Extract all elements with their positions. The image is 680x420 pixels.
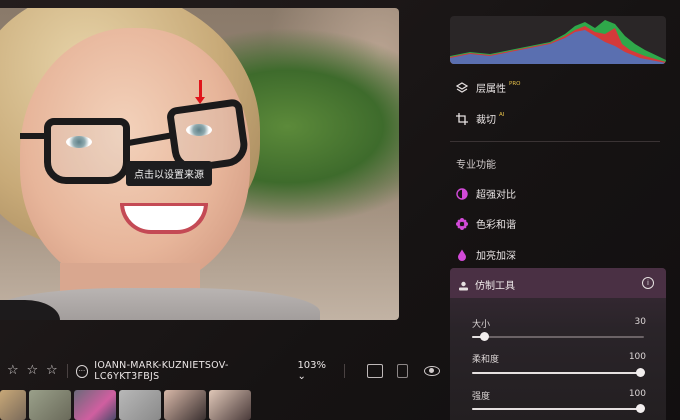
clone-tool-title: 仿制工具 [475, 281, 515, 292]
photo-eye-right [186, 124, 212, 136]
super-contrast-item[interactable]: 超强对比 [456, 186, 516, 201]
size-value: 30 [634, 317, 646, 327]
display-icon[interactable] [367, 364, 383, 378]
glasses-left-lens [44, 118, 130, 184]
photo-canvas[interactable]: 点击以设置来源 [0, 8, 399, 320]
strength-slider-fill [472, 408, 640, 410]
softness-value: 100 [628, 352, 646, 362]
gear-flower-icon [456, 217, 468, 230]
super-contrast-label: 超强对比 [476, 190, 516, 201]
strength-value: 100 [628, 389, 646, 399]
bottom-toolbar: ☆ ☆ ☆ ··· IOANN-MARK-KUZNIETSOV-LC6YKT3F… [0, 360, 441, 382]
star-icon[interactable]: ☆ [26, 364, 40, 378]
filmstrip-thumb[interactable] [209, 390, 251, 420]
softness-slider-fill [472, 372, 640, 374]
layer-properties-label: 层属性 [476, 84, 506, 95]
size-label: 大小 [472, 320, 491, 330]
color-harmony-item[interactable]: 色彩和谐 [456, 216, 516, 231]
source-tooltip: 点击以设置来源 [126, 161, 212, 186]
size-slider-track[interactable] [472, 336, 644, 338]
clone-tool-header[interactable]: 仿制工具 i [450, 268, 666, 298]
layers-icon [455, 81, 469, 94]
info-icon[interactable]: i [642, 277, 654, 289]
strength-slider-knob[interactable] [636, 404, 645, 413]
toolbar-divider [66, 364, 68, 378]
size-slider-knob[interactable] [480, 332, 489, 341]
softness-label: 柔和度 [472, 355, 500, 365]
filmstrip-thumb[interactable] [119, 390, 161, 420]
softness-slider-knob[interactable] [636, 368, 645, 377]
compare-icon[interactable] [396, 364, 409, 378]
source-marker-arrow [195, 80, 205, 104]
filmstrip-thumb[interactable] [164, 390, 206, 420]
drop-icon [456, 249, 468, 261]
filmstrip-thumb[interactable] [74, 390, 116, 420]
crop-item[interactable]: 裁切 AI [456, 111, 504, 126]
toolbar-divider [344, 364, 346, 378]
dodge-burn-item[interactable]: 加亮加深 [456, 247, 516, 262]
star-icon[interactable]: ☆ [45, 364, 59, 378]
contrast-icon [456, 187, 468, 200]
crop-label: 裁切 [476, 115, 496, 126]
eye-icon[interactable] [424, 366, 441, 376]
strength-label: 强度 [472, 392, 491, 402]
stamp-icon [458, 277, 469, 296]
filmstrip-thumb[interactable] [29, 390, 71, 420]
pro-badge: PRO [509, 80, 521, 87]
more-options-icon[interactable]: ··· [75, 364, 89, 378]
color-harmony-label: 色彩和谐 [476, 220, 516, 231]
layer-properties-item[interactable]: 层属性 PRO [455, 80, 521, 95]
filmstrip [0, 390, 251, 420]
histogram [450, 16, 666, 64]
star-icon[interactable]: ☆ [6, 364, 20, 378]
app-window: 点击以设置来源 ☆ ☆ ☆ ··· IOANN-MARK-KUZNIETSOV-… [0, 0, 680, 420]
chevron-down-icon: ⌄ [297, 371, 306, 382]
ai-badge: AI [499, 111, 505, 118]
photo-eye-left [66, 136, 92, 148]
dodge-burn-label: 加亮加深 [476, 251, 516, 262]
section-title: 专业功能 [456, 160, 496, 171]
filmstrip-thumb[interactable] [0, 390, 26, 420]
zoom-level[interactable]: 103% ⌄ [297, 360, 336, 382]
file-name: IOANN-MARK-KUZNIETSOV-LC6YKT3FBJS [94, 360, 229, 382]
panel-divider [450, 141, 660, 142]
clone-tool-panel: 仿制工具 i 大小 30 柔和度 100 强度 100 [450, 268, 666, 420]
crop-icon [456, 112, 468, 125]
